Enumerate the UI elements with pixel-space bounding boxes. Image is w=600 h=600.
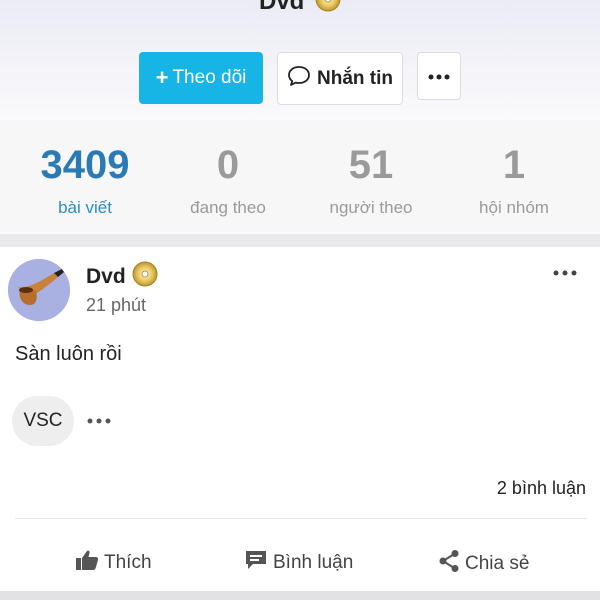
ellipsis-icon bbox=[428, 67, 450, 85]
stat-following[interactable]: 0 đang theo bbox=[153, 140, 303, 218]
post-body-text: Sàn luôn rồi bbox=[15, 343, 122, 365]
share-label: Chia sẻ bbox=[465, 553, 530, 574]
like-label: Thích bbox=[104, 552, 152, 573]
ellipsis-icon bbox=[87, 418, 111, 424]
stat-value: 51 bbox=[348, 143, 394, 187]
stat-label: người theo bbox=[329, 198, 413, 217]
post-more-button[interactable] bbox=[551, 265, 581, 281]
tag-more-button[interactable] bbox=[86, 413, 114, 429]
profile-name-row: Dvd bbox=[0, 0, 600, 19]
thumbs-up-icon bbox=[75, 549, 99, 577]
plus-icon: + bbox=[155, 65, 169, 90]
profile-more-button[interactable] bbox=[417, 52, 461, 100]
post-timestamp: 21 phút bbox=[86, 295, 147, 315]
message-button-label: Nhắn tin bbox=[317, 67, 393, 89]
stat-followers[interactable]: 51 người theo bbox=[296, 140, 446, 218]
stat-groups[interactable]: 1 hội nhóm bbox=[439, 140, 589, 218]
chat-bubble-icon bbox=[287, 65, 311, 93]
cd-badge-icon bbox=[132, 261, 158, 293]
avatar[interactable] bbox=[8, 259, 70, 321]
post-author-row: Dvd bbox=[86, 261, 158, 293]
stat-label: bài viết bbox=[58, 198, 112, 217]
comment-count[interactable]: 2 bình luận bbox=[497, 478, 586, 499]
bottom-separator bbox=[0, 591, 600, 600]
comment-button[interactable]: Bình luận bbox=[244, 549, 353, 577]
profile-name: Dvd bbox=[258, 0, 305, 15]
stat-posts[interactable]: 3409 bài viết bbox=[10, 140, 160, 218]
share-button[interactable]: Chia sẻ bbox=[438, 549, 529, 579]
ellipsis-icon bbox=[553, 270, 577, 276]
stat-label: hội nhóm bbox=[479, 198, 549, 217]
stock-tag-chip[interactable]: VSC bbox=[12, 396, 74, 446]
comment-icon bbox=[244, 549, 268, 577]
stat-value: 1 bbox=[502, 143, 526, 187]
like-button[interactable]: Thích bbox=[75, 549, 152, 577]
follow-button[interactable]: + Theo dõi bbox=[139, 52, 263, 104]
post-author-name[interactable]: Dvd bbox=[86, 265, 126, 289]
pipe-icon bbox=[8, 259, 70, 321]
stat-value: 3409 bbox=[40, 143, 130, 187]
share-icon bbox=[438, 549, 460, 579]
profile-stats: 3409 bài viết 0 đang theo 51 người theo … bbox=[0, 120, 600, 234]
stat-value: 0 bbox=[216, 143, 240, 187]
stat-label: đang theo bbox=[190, 198, 266, 217]
comment-label: Bình luận bbox=[273, 552, 354, 573]
message-button[interactable]: Nhắn tin bbox=[277, 52, 403, 105]
profile-header: Dvd + Theo dõi Nhắn tin bbox=[0, 0, 600, 120]
divider bbox=[15, 518, 586, 519]
post-card: Dvd 21 phút Sàn luôn rồi VSC 2 bình luận bbox=[0, 247, 600, 591]
follow-button-label: Theo dõi bbox=[172, 67, 247, 88]
cd-badge-icon bbox=[315, 0, 341, 19]
